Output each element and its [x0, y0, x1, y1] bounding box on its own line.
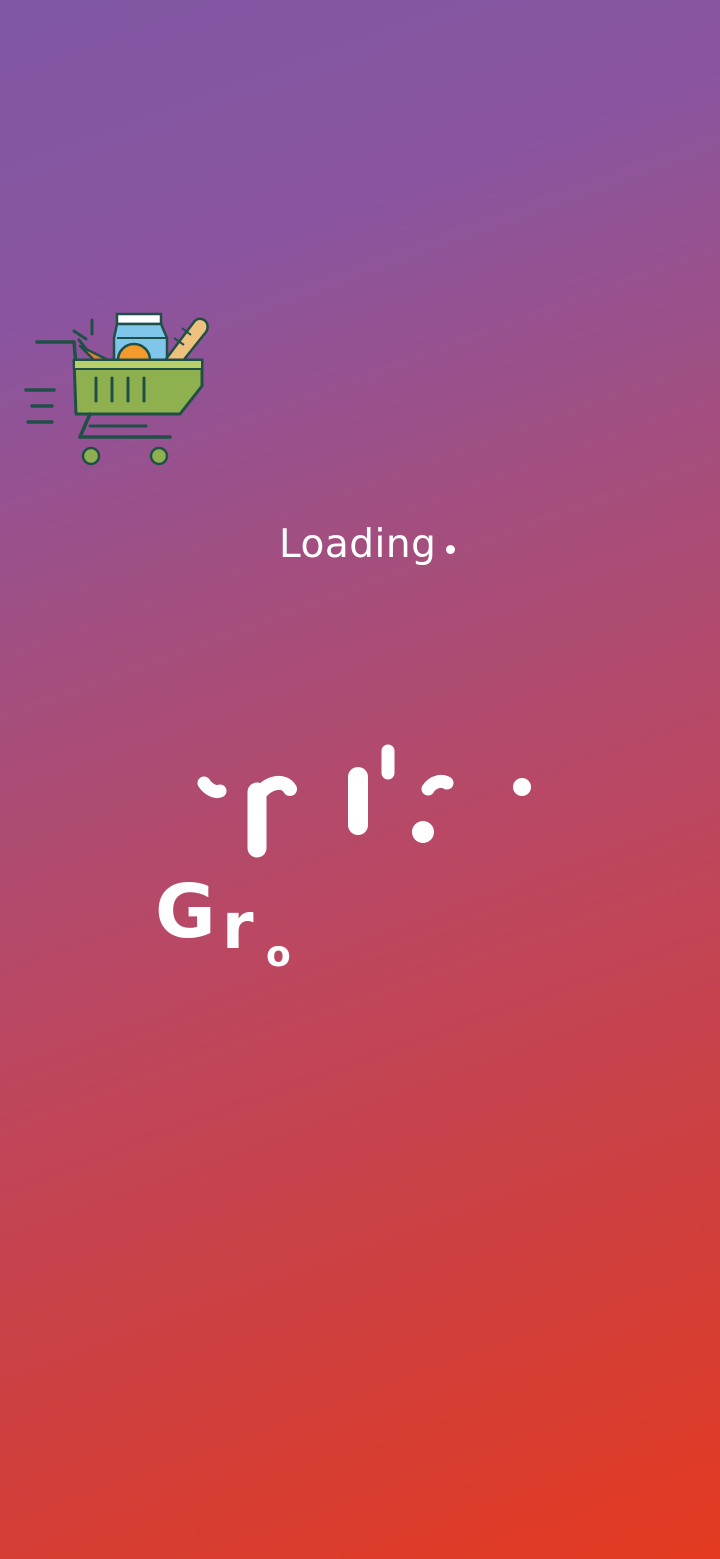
title-letter-g: G — [155, 869, 216, 955]
loading-dot — [446, 544, 456, 554]
fragment-mark — [250, 775, 297, 804]
shopping-cart-icon — [24, 312, 209, 466]
loading-label: Loading — [279, 521, 437, 567]
fragment-mark — [412, 821, 434, 843]
loading-indicator: Loading — [279, 518, 456, 570]
title-letter-o: o — [266, 934, 291, 975]
animated-title-fragments: G r o — [155, 744, 531, 975]
splash-screen: Loading G r o — [0, 0, 720, 1559]
fragment-mark — [513, 778, 531, 796]
fragment-mark — [197, 776, 227, 798]
title-letter-r: r — [222, 890, 254, 964]
fragment-mark — [421, 774, 454, 796]
